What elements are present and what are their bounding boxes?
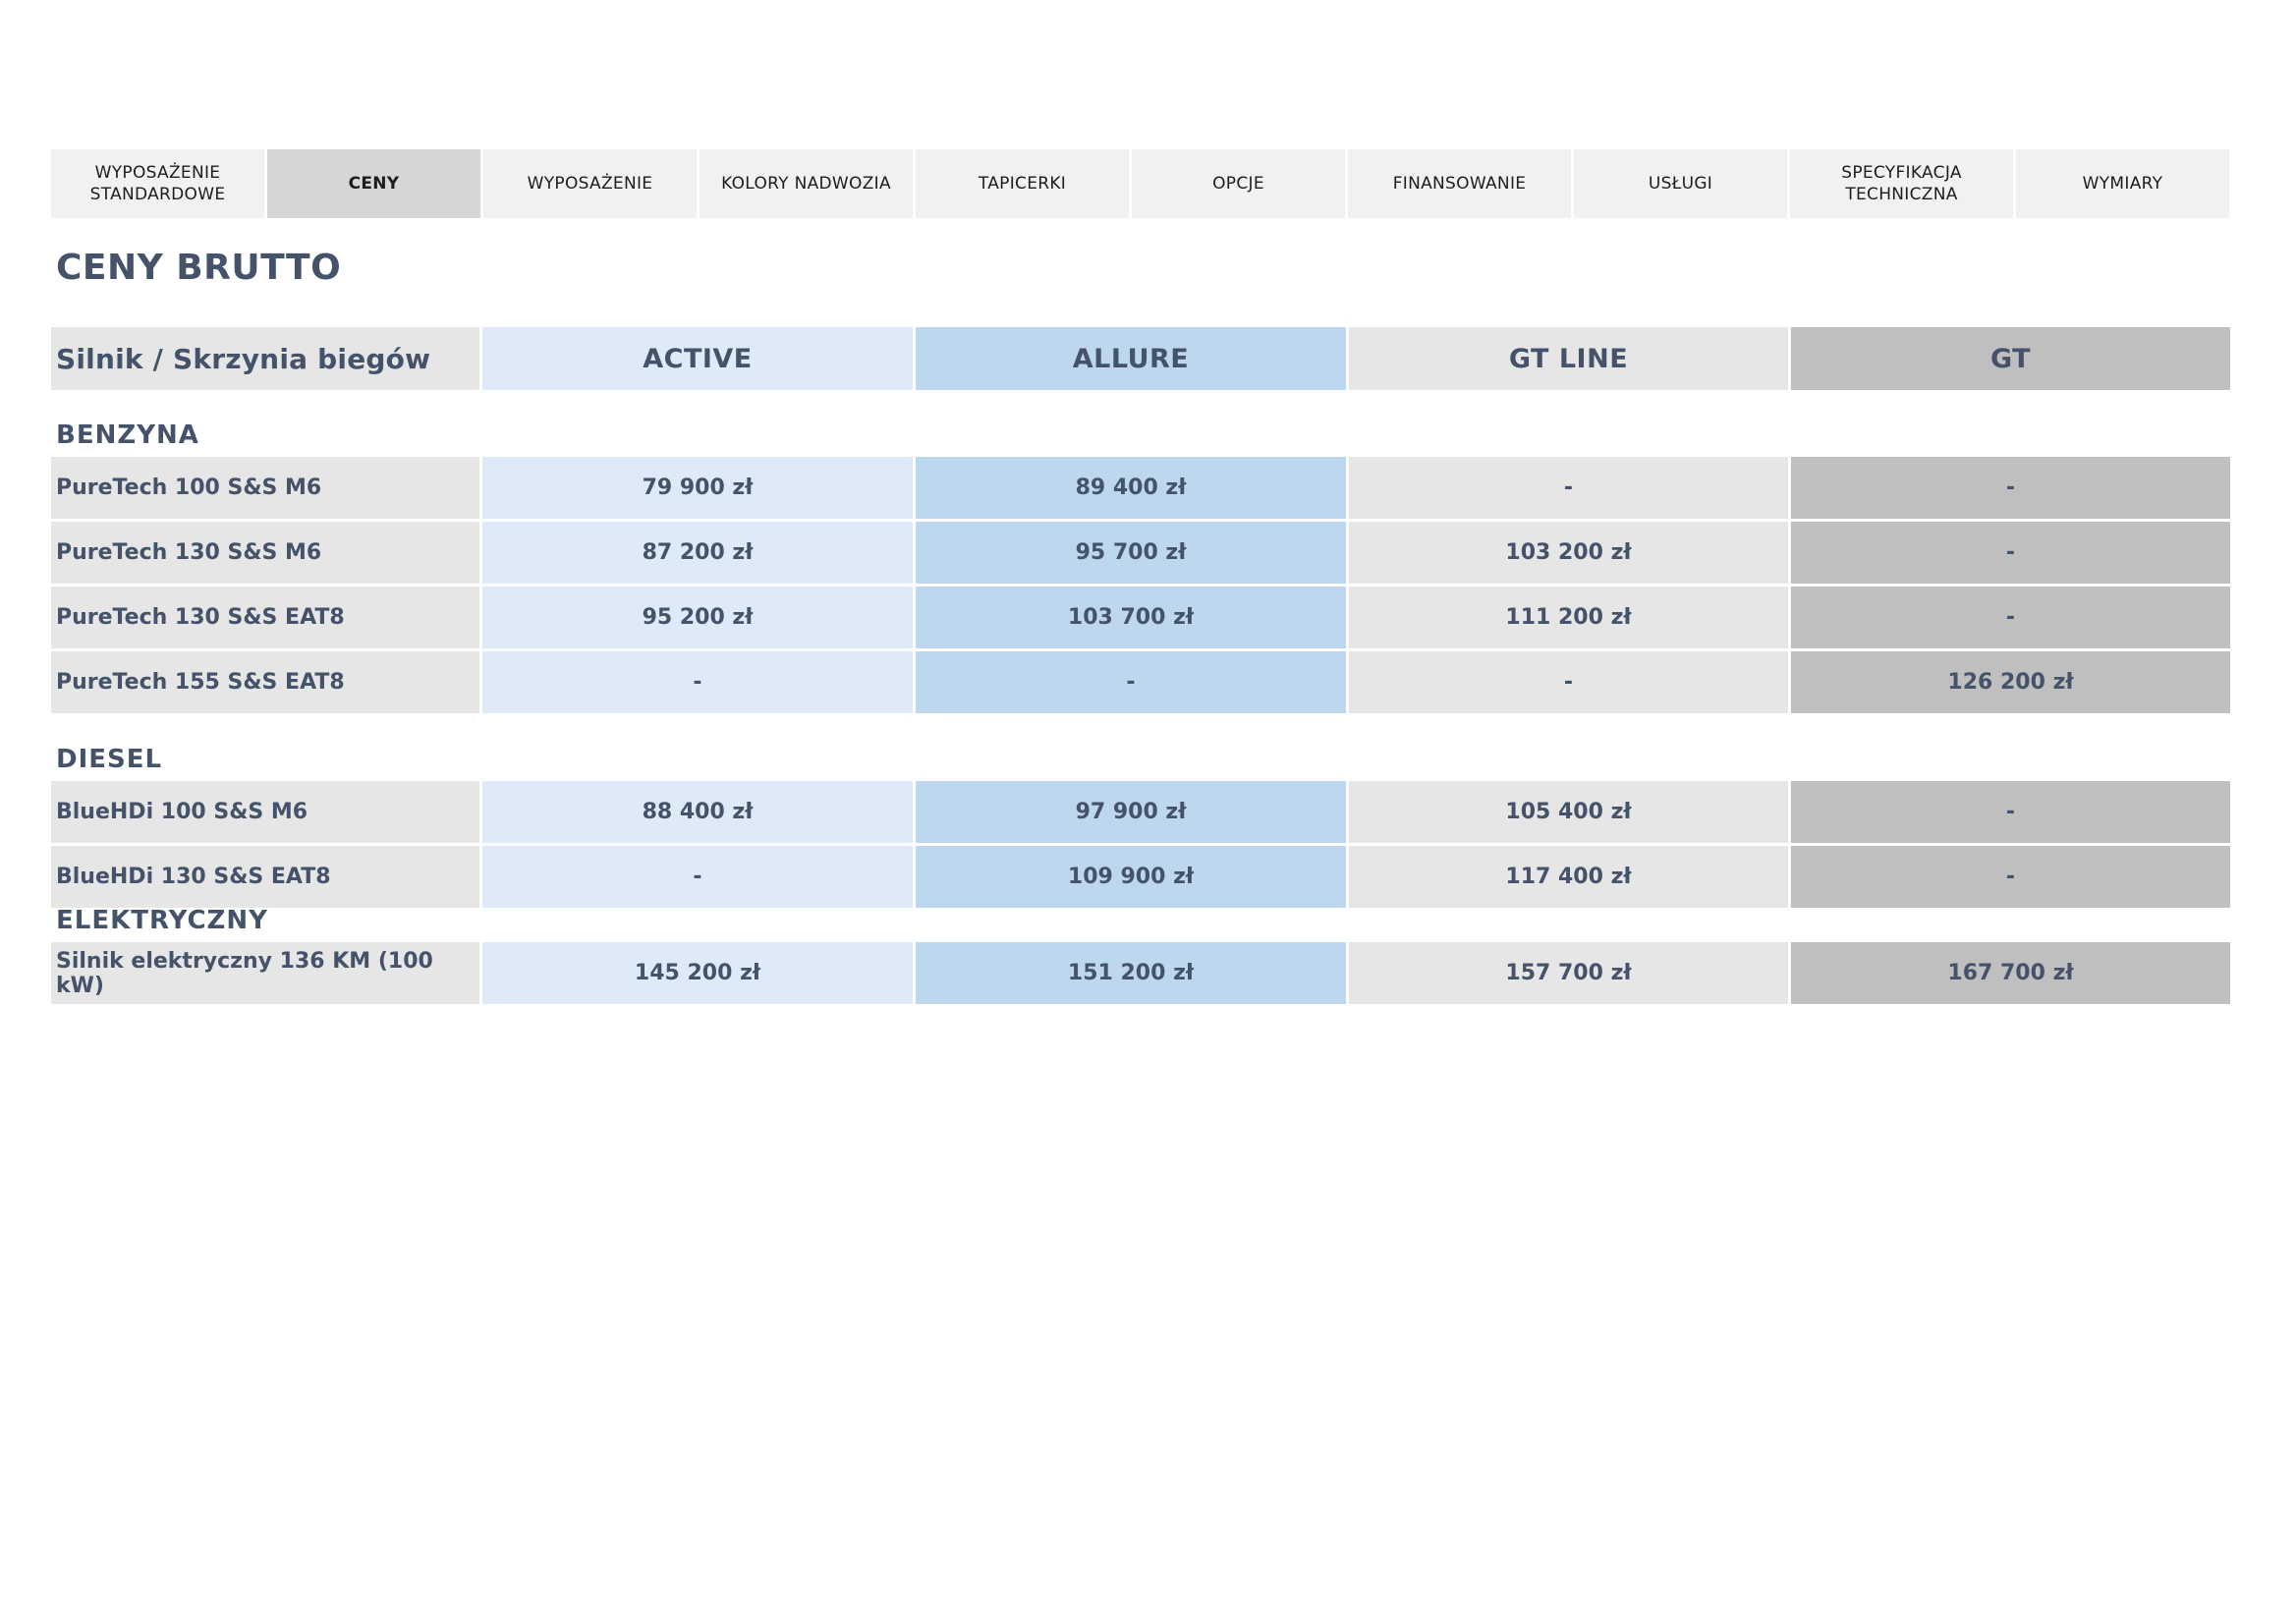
header-engine-gearbox: Silnik / Skrzynia biegów	[51, 327, 479, 390]
tab-ceny[interactable]: CENY	[267, 149, 480, 218]
price-cell: 151 200 zł	[916, 942, 1346, 1004]
price-cell: -	[1791, 587, 2230, 648]
page-title: CENY BRUTTO	[56, 248, 342, 288]
tab-specyfikacja-techniczna[interactable]: SPECYFIKACJA TECHNICZNA	[1790, 149, 2013, 218]
price-cell: 105 400 zł	[1349, 781, 1788, 843]
price-cell: 109 900 zł	[916, 846, 1346, 908]
price-cell: -	[1349, 651, 1788, 713]
price-cell: 79 900 zł	[482, 457, 913, 519]
section-title-elektryczny: ELEKTRYCZNY	[56, 906, 268, 935]
price-cell: -	[1791, 522, 2230, 584]
price-cell: 87 200 zł	[482, 522, 913, 584]
tab-wyposazenie[interactable]: WYPOSAŻENIE	[483, 149, 697, 218]
tab-kolory-nadwozia[interactable]: KOLORY NADWOZIA	[700, 149, 913, 218]
price-cell: 167 700 zł	[1791, 942, 2230, 1004]
price-cell: 111 200 zł	[1349, 587, 1788, 648]
section-tabs: WYPOSAŻENIE STANDARDOWE CENY WYPOSAŻENIE…	[51, 149, 2230, 218]
section-benzyna-rows: PureTech 100 S&S M6 79 900 zł 89 400 zł …	[51, 457, 2230, 713]
price-cell: 95 700 zł	[916, 522, 1346, 584]
price-cell: -	[482, 651, 913, 713]
price-cell: -	[916, 651, 1346, 713]
price-table-header: Silnik / Skrzynia biegów ACTIVE ALLURE G…	[51, 327, 2230, 390]
header-allure: ALLURE	[916, 327, 1346, 390]
section-title-diesel: DIESEL	[56, 745, 163, 774]
price-cell: 88 400 zł	[482, 781, 913, 843]
row-label: BlueHDi 130 S&S EAT8	[51, 846, 479, 908]
tab-opcje[interactable]: OPCJE	[1132, 149, 1345, 218]
price-cell: 95 200 zł	[482, 587, 913, 648]
row-label: PureTech 100 S&S M6	[51, 457, 479, 519]
price-cell: 157 700 zł	[1349, 942, 1788, 1004]
row-label: Silnik elektryczny 136 KM (100 kW)	[51, 942, 479, 1004]
price-cell: -	[1791, 846, 2230, 908]
row-label: BlueHDi 100 S&S M6	[51, 781, 479, 843]
section-elektryczny-rows: Silnik elektryczny 136 KM (100 kW) 145 2…	[51, 942, 2230, 1004]
tab-wymiary[interactable]: WYMIARY	[2016, 149, 2229, 218]
price-cell: -	[1791, 781, 2230, 843]
header-gt-line: GT LINE	[1349, 327, 1788, 390]
section-diesel-rows: BlueHDi 100 S&S M6 88 400 zł 97 900 zł 1…	[51, 781, 2230, 908]
price-cell: 89 400 zł	[916, 457, 1346, 519]
row-label: PureTech 130 S&S EAT8	[51, 587, 479, 648]
tab-finansowanie[interactable]: FINANSOWANIE	[1348, 149, 1571, 218]
tab-uslugi[interactable]: USŁUGI	[1574, 149, 1787, 218]
row-label: PureTech 130 S&S M6	[51, 522, 479, 584]
price-cell: -	[1791, 457, 2230, 519]
header-active: ACTIVE	[482, 327, 913, 390]
price-cell: 103 200 zł	[1349, 522, 1788, 584]
price-cell: 145 200 zł	[482, 942, 913, 1004]
price-cell: -	[1349, 457, 1788, 519]
price-cell: 117 400 zł	[1349, 846, 1788, 908]
section-title-benzyna: BENZYNA	[56, 420, 199, 450]
price-cell: 126 200 zł	[1791, 651, 2230, 713]
price-cell: -	[482, 846, 913, 908]
price-cell: 103 700 zł	[916, 587, 1346, 648]
tab-tapicerki[interactable]: TAPICERKI	[916, 149, 1129, 218]
tab-wyposazenie-standardowe[interactable]: WYPOSAŻENIE STANDARDOWE	[51, 149, 264, 218]
price-cell: 97 900 zł	[916, 781, 1346, 843]
header-gt: GT	[1791, 327, 2230, 390]
row-label: PureTech 155 S&S EAT8	[51, 651, 479, 713]
